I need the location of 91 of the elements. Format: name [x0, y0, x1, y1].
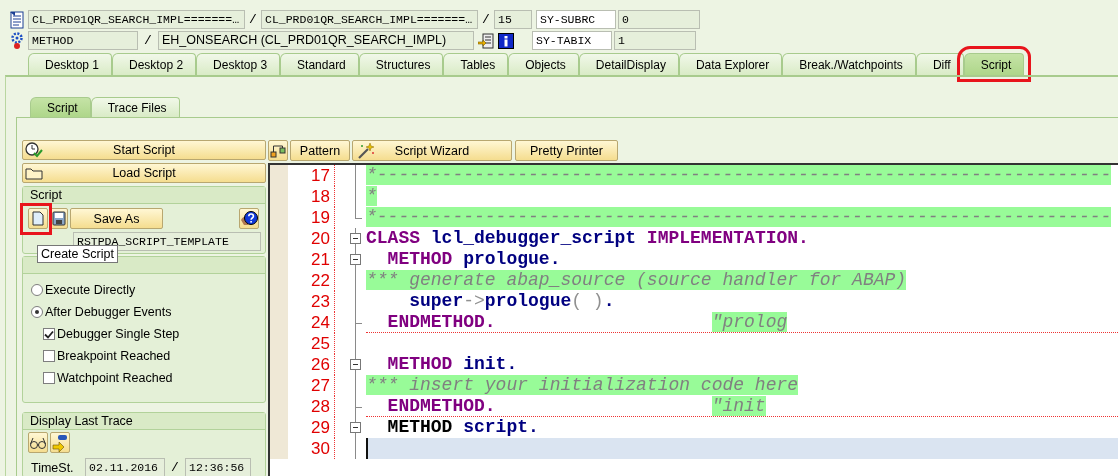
- system-field-value: 0: [618, 10, 700, 29]
- line-number: 30: [288, 438, 335, 459]
- line-number: 19: [288, 207, 335, 228]
- separator-text: /: [170, 460, 180, 475]
- field-label: TimeSt.: [31, 460, 75, 475]
- line-number: 28: [288, 396, 335, 417]
- separator-text: /: [248, 12, 258, 27]
- blank-page-icon: [32, 211, 44, 226]
- magic-wand-icon: [357, 141, 375, 160]
- display-trace-button[interactable]: [28, 432, 48, 453]
- tab[interactable]: Objects: [508, 53, 579, 75]
- line-number: 26: [288, 354, 335, 375]
- separator-text: /: [143, 33, 153, 48]
- action-button[interactable]: Load Script: [22, 163, 266, 183]
- checkbox[interactable]: [43, 372, 55, 384]
- toolbar-button[interactable]: Pretty Printer: [515, 140, 618, 161]
- gear-icon: [8, 31, 26, 50]
- code-line: ENDMETHOD. "init: [386, 396, 766, 416]
- tab[interactable]: Desktop 3: [196, 53, 281, 75]
- info-button[interactable]: [498, 32, 514, 49]
- save-as-button[interactable]: Save As: [70, 208, 163, 229]
- tab[interactable]: Break./Watchpoints: [782, 53, 916, 75]
- separator-text: /: [481, 12, 491, 27]
- object-name-field: CL_PRD01QR_SEARCH_IMPL=======…: [261, 10, 478, 29]
- tab[interactable]: Script: [30, 97, 91, 117]
- toolbar-button[interactable]: Pattern: [290, 140, 350, 161]
- option-label: Watchpoint Reached: [57, 371, 173, 385]
- group-title: Script: [23, 187, 265, 204]
- check-mark-icon: [44, 329, 54, 339]
- tab[interactable]: Standard: [280, 53, 359, 75]
- tab[interactable]: Tables: [443, 53, 509, 75]
- date-field: 02.11.2016: [85, 458, 165, 476]
- line-number: 24: [288, 312, 335, 333]
- help-icon: [240, 209, 258, 228]
- checkbox[interactable]: [43, 350, 55, 362]
- text-cursor: [366, 438, 368, 459]
- option-label: Execute Directly: [45, 283, 136, 297]
- line-number: 27: [288, 375, 335, 396]
- line-number: 25: [288, 333, 335, 354]
- info-icon: [498, 32, 514, 49]
- tab[interactable]: Structures: [358, 53, 444, 75]
- checkbox[interactable]: [43, 328, 55, 340]
- fold-line: [355, 438, 356, 459]
- code-line: ENDMETHOD. "prolog: [386, 312, 788, 332]
- line-field: 15: [494, 10, 532, 29]
- hierarchy-icon: [270, 142, 286, 159]
- editor-gutter: [270, 438, 288, 459]
- tooltip: Create Script: [37, 245, 118, 263]
- pattern-icon-button[interactable]: [268, 140, 288, 161]
- radio-button[interactable]: [31, 306, 43, 318]
- line-number: 21: [288, 249, 335, 270]
- tab[interactable]: Desktop 1: [28, 53, 113, 75]
- line-number: 29: [288, 417, 335, 438]
- source-button[interactable]: [478, 32, 494, 49]
- line-number: 22: [288, 270, 335, 291]
- editor-gutter: [270, 165, 288, 186]
- tab[interactable]: Desktop 2: [112, 53, 197, 75]
- option-label: After Debugger Events: [45, 305, 172, 319]
- tab[interactable]: Data Explorer: [678, 53, 783, 75]
- line-number: 17: [288, 165, 335, 186]
- action-button[interactable]: Start Script: [22, 140, 266, 160]
- group-title: Display Last Trace: [23, 413, 265, 430]
- tab[interactable]: Trace Files: [90, 97, 180, 117]
- code-line: super->prologue( ).: [408, 291, 615, 311]
- code-line: METHOD prologue.: [386, 249, 561, 269]
- option-label: Debugger Single Step: [57, 327, 180, 341]
- toolbar-button[interactable]: Script Wizard: [352, 140, 512, 161]
- code-line: CLASS lcl_debugger_script IMPLEMENTATION.: [366, 228, 809, 248]
- block-name-field: EH_ONSEARCH (CL_PRD01QR_SEARCH_IMPL): [158, 31, 474, 50]
- trace-button[interactable]: [50, 432, 70, 453]
- system-field-name: SY-TABIX: [532, 31, 612, 50]
- folder-icon: [25, 166, 43, 180]
- block-type-field: METHOD: [28, 31, 138, 50]
- glasses-icon: [29, 435, 47, 450]
- option-label: Breakpoint Reached: [57, 349, 171, 363]
- help-button[interactable]: [239, 208, 259, 229]
- arrow-into-box-icon: [52, 433, 68, 452]
- line-number: 18: [288, 186, 335, 207]
- time-field: 12:36:56: [185, 458, 251, 476]
- radio-button[interactable]: [31, 284, 43, 296]
- system-field-value: 1: [614, 31, 696, 50]
- line-number: 23: [288, 291, 335, 312]
- line-number: 20: [288, 228, 335, 249]
- tab[interactable]: DetailDisplay: [578, 53, 679, 75]
- code-line: METHOD script.: [386, 417, 539, 437]
- object-type-field: CL_PRD01QR_SEARCH_IMPL=======…: [28, 10, 245, 29]
- code-line: METHOD init.: [386, 354, 518, 374]
- system-field-name: SY-SUBRC: [536, 10, 616, 29]
- list-arrow-icon: [478, 32, 494, 49]
- clock-check-icon: [25, 142, 43, 158]
- document-icon: [8, 10, 26, 29]
